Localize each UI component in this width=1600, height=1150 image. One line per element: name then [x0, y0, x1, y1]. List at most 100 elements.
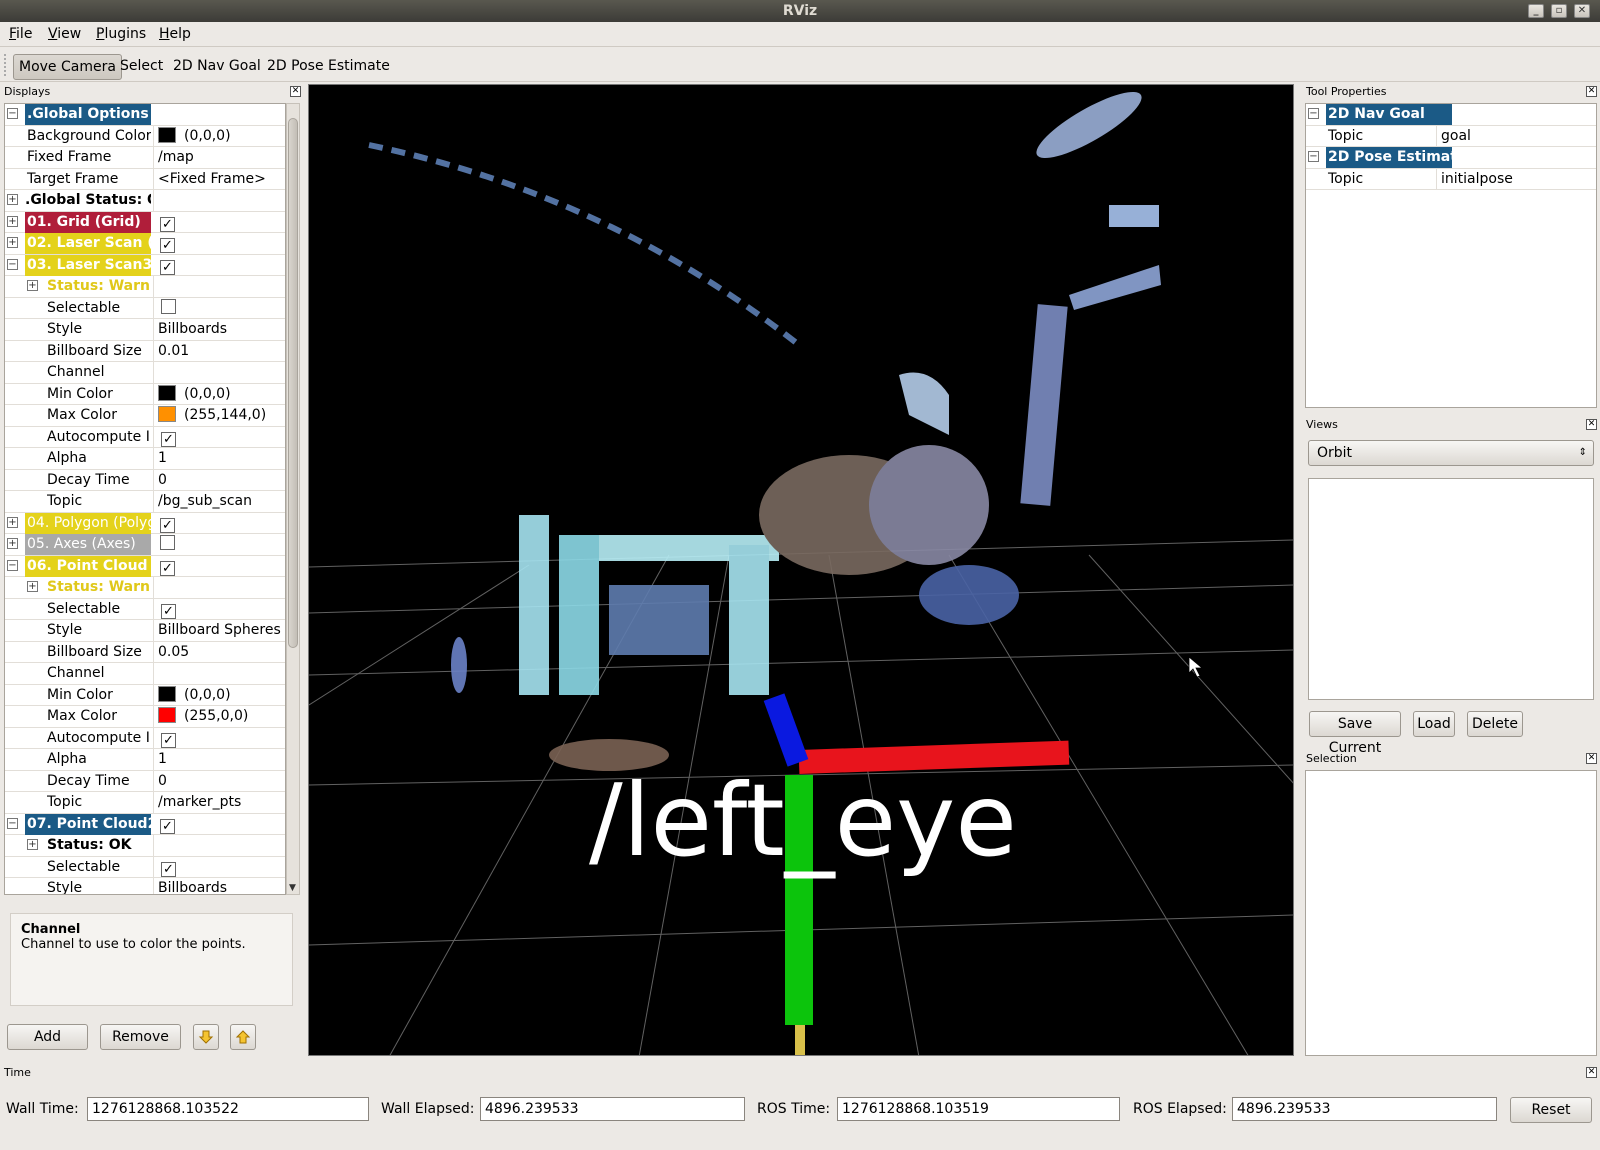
property-row[interactable]: Alpha 1: [5, 749, 285, 771]
property-value[interactable]: goal: [1436, 125, 1596, 147]
property-value[interactable]: (255,144,0): [153, 405, 285, 426]
add-display-button[interactable]: Add: [7, 1024, 88, 1050]
menu-file[interactable]: File: [9, 26, 32, 42]
property-value[interactable]: [1436, 147, 1596, 168]
close-selection-icon[interactable]: ✕: [1586, 753, 1597, 764]
property-row[interactable]: Min Color (0,0,0): [5, 684, 285, 706]
property-value[interactable]: Billboard Spheres: [153, 620, 285, 641]
displays-tree[interactable]: − .Global Options Background Color (0,0,0) F…: [4, 103, 286, 895]
color-swatch[interactable]: [158, 707, 176, 723]
property-value[interactable]: ✓: [153, 233, 285, 254]
selection-tree[interactable]: [1305, 770, 1597, 1056]
property-row[interactable]: Selectable: [5, 297, 285, 319]
property-value[interactable]: [153, 297, 285, 319]
wall-time-field[interactable]: 1276128868.103522: [87, 1097, 369, 1121]
property-value[interactable]: [153, 835, 285, 856]
property-row[interactable]: Selectable ✓: [5, 856, 285, 878]
property-row[interactable]: − .Global Options: [5, 104, 285, 126]
property-row[interactable]: + Status: Warning: [5, 276, 285, 298]
property-row[interactable]: Min Color (0,0,0): [5, 383, 285, 405]
property-row[interactable]: Style Billboard Spheres: [5, 620, 285, 642]
property-value[interactable]: ✓: [153, 426, 285, 448]
property-row[interactable]: −2D Pose Estimate: [1306, 147, 1596, 169]
collapse-icon[interactable]: −: [1308, 151, 1319, 162]
property-value[interactable]: [153, 663, 285, 684]
property-row[interactable]: Background Color (0,0,0): [5, 125, 285, 147]
property-value[interactable]: ✓: [153, 856, 285, 878]
enable-checkbox[interactable]: ✓: [161, 603, 176, 619]
property-value[interactable]: Billboards: [153, 878, 285, 894]
move-down-button[interactable]: [193, 1024, 219, 1050]
enable-checkbox[interactable]: ✓: [160, 818, 175, 834]
property-row[interactable]: Selectable ✓: [5, 598, 285, 620]
property-value[interactable]: initialpose: [1436, 168, 1596, 190]
menu-help[interactable]: Help: [159, 26, 191, 42]
property-value[interactable]: 0.05: [153, 641, 285, 663]
property-value[interactable]: 1: [153, 749, 285, 770]
expand-icon[interactable]: +: [7, 215, 18, 227]
tool-properties-tree[interactable]: −2D Nav GoalTopicgoal−2D Pose EstimateTo…: [1305, 103, 1597, 408]
property-row[interactable]: + Status: OK: [5, 835, 285, 857]
property-row[interactable]: Style Billboards: [5, 878, 285, 894]
property-row[interactable]: Topic/marker_pts: [5, 792, 285, 814]
color-swatch[interactable]: [158, 384, 176, 401]
property-value[interactable]: [153, 276, 285, 297]
property-value[interactable]: 0.01: [153, 340, 285, 362]
reset-time-button[interactable]: Reset: [1510, 1097, 1592, 1123]
property-row[interactable]: Channel: [5, 362, 285, 384]
enable-checkbox[interactable]: [160, 535, 175, 550]
enable-checkbox[interactable]: ✓: [160, 259, 175, 275]
render-viewport[interactable]: /left_eye: [308, 84, 1294, 1056]
property-row[interactable]: Topic goal: [1306, 125, 1596, 147]
collapse-icon[interactable]: −: [1308, 108, 1319, 119]
property-row[interactable]: Topic/bg_sub_scan: [5, 491, 285, 513]
scrollbar-thumb[interactable]: [288, 118, 298, 648]
property-row[interactable]: +04. Polygon (Polygo ✓: [5, 512, 285, 534]
close-views-icon[interactable]: ✕: [1586, 419, 1597, 430]
scroll-down-arrow-icon[interactable]: ▼: [289, 883, 296, 893]
property-value[interactable]: ✓: [153, 814, 285, 835]
property-value[interactable]: [153, 577, 285, 598]
collapse-icon[interactable]: −: [7, 258, 18, 270]
collapse-icon[interactable]: −: [7, 817, 18, 829]
remove-display-button[interactable]: Remove: [100, 1024, 181, 1050]
property-value[interactable]: ✓: [153, 727, 285, 749]
expand-icon[interactable]: +: [27, 280, 38, 291]
property-row[interactable]: Channel: [5, 663, 285, 685]
property-value[interactable]: [153, 190, 285, 211]
property-value[interactable]: 1: [153, 448, 285, 469]
property-row[interactable]: +01. Grid (Grid) ✓: [5, 211, 285, 233]
property-value[interactable]: ✓: [153, 513, 285, 534]
expand-icon[interactable]: +: [7, 516, 18, 528]
maximize-icon[interactable]: ▫: [1551, 4, 1567, 18]
property-row[interactable]: −2D Nav Goal: [1306, 104, 1596, 126]
property-row[interactable]: Alpha 1: [5, 448, 285, 470]
delete-view-button[interactable]: Delete: [1467, 711, 1523, 737]
property-row[interactable]: −07. Point Cloud2 ✓: [5, 813, 285, 835]
property-value[interactable]: [1436, 104, 1596, 125]
tool-2d-pose-estimate[interactable]: 2D Pose Estimate: [262, 54, 395, 80]
minimize-icon[interactable]: _: [1528, 4, 1544, 18]
property-value[interactable]: 0: [153, 770, 285, 792]
color-swatch[interactable]: [158, 126, 176, 143]
toolbar-grip-handle[interactable]: [4, 54, 8, 76]
wall-elapsed-field[interactable]: 4896.239533: [480, 1097, 745, 1121]
property-row[interactable]: −03. Laser Scan3 (✓: [5, 254, 285, 276]
property-value[interactable]: ✓: [153, 556, 285, 577]
property-row[interactable]: Autocompute Int ✓: [5, 727, 285, 749]
property-row[interactable]: Max Color (255,144,0): [5, 405, 285, 427]
menu-view[interactable]: View: [48, 26, 81, 42]
load-view-button[interactable]: Load: [1413, 711, 1455, 737]
ros-elapsed-field[interactable]: 4896.239533: [1232, 1097, 1497, 1121]
property-value[interactable]: ✓: [153, 598, 285, 620]
tool-move-camera[interactable]: Move Camera: [13, 54, 122, 80]
enable-checkbox[interactable]: ✓: [160, 560, 175, 576]
property-row[interactable]: Decay Time 0: [5, 770, 285, 792]
property-value[interactable]: (0,0,0): [153, 684, 285, 706]
property-row[interactable]: Autocompute Int ✓: [5, 426, 285, 448]
tool-2d-nav-goal[interactable]: 2D Nav Goal: [168, 54, 266, 80]
property-value[interactable]: ✓: [153, 212, 285, 233]
property-value[interactable]: (255,0,0): [153, 706, 285, 727]
saved-views-list[interactable]: [1308, 478, 1594, 700]
tool-select[interactable]: Select: [115, 54, 168, 80]
